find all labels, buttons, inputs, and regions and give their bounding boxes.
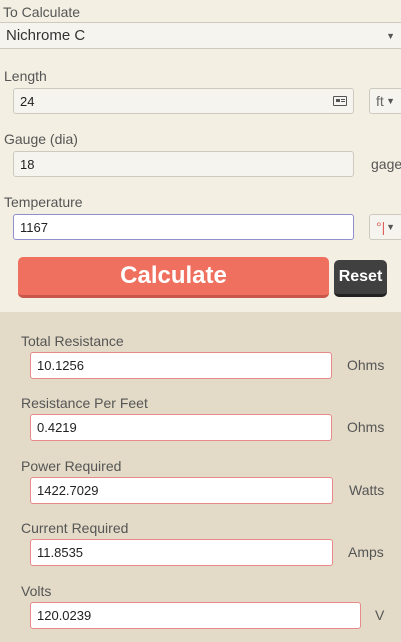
gauge-unit: gage	[371, 156, 401, 172]
resistance-per-feet-unit: Ohms	[347, 419, 385, 435]
contact-card-icon	[333, 96, 347, 106]
power-required-output[interactable]: 1422.7029	[30, 477, 333, 504]
calculate-button[interactable]: Calculate	[18, 257, 329, 298]
chevron-down-icon: ▼	[386, 96, 395, 106]
power-required-unit: Watts	[349, 482, 385, 498]
volts-output[interactable]: 120.0239	[30, 602, 361, 629]
length-input[interactable]: 24	[13, 88, 354, 114]
total-resistance-output[interactable]: 10.1256	[30, 352, 332, 379]
to-calculate-label: To Calculate	[3, 4, 81, 20]
length-label: Length	[4, 68, 47, 84]
temperature-label: Temperature	[4, 194, 83, 210]
temperature-unit-select[interactable]: °| ▼	[369, 214, 401, 240]
gauge-value: 18	[20, 156, 35, 172]
total-resistance-value: 10.1256	[37, 358, 84, 373]
total-resistance-unit: Ohms	[347, 357, 385, 373]
chevron-down-icon: ▼	[386, 222, 395, 232]
gauge-label: Gauge (dia)	[4, 131, 78, 147]
current-required-label: Current Required	[21, 520, 129, 536]
current-required-unit: Amps	[348, 544, 384, 560]
resistance-per-feet-label: Resistance Per Feet	[21, 395, 148, 411]
current-required-value: 11.8535	[37, 545, 84, 560]
total-resistance-label: Total Resistance	[21, 333, 124, 349]
material-select-value: Nichrome C	[6, 27, 86, 44]
length-unit: ft	[376, 93, 384, 109]
gauge-input[interactable]: 18	[13, 151, 354, 177]
resistance-per-feet-value: 0.4219	[37, 420, 77, 435]
volts-unit: V	[375, 607, 385, 623]
temperature-value: 1167	[20, 219, 48, 235]
power-required-value: 1422.7029	[37, 483, 99, 498]
temperature-input[interactable]: 1167	[13, 214, 354, 240]
current-required-output[interactable]: 11.8535	[30, 539, 333, 566]
temperature-unit: °|	[376, 219, 386, 235]
volts-label: Volts	[21, 583, 52, 599]
length-unit-select[interactable]: ft ▼	[369, 88, 401, 114]
resistance-per-feet-output[interactable]: 0.4219	[30, 414, 332, 441]
volts-value: 120.0239	[37, 608, 92, 623]
power-required-label: Power Required	[21, 458, 122, 474]
reset-button[interactable]: Reset	[334, 260, 387, 297]
chevron-down-icon: ▼	[386, 30, 395, 41]
length-value: 24	[20, 93, 35, 109]
material-select[interactable]: Nichrome C ▼	[0, 22, 401, 49]
